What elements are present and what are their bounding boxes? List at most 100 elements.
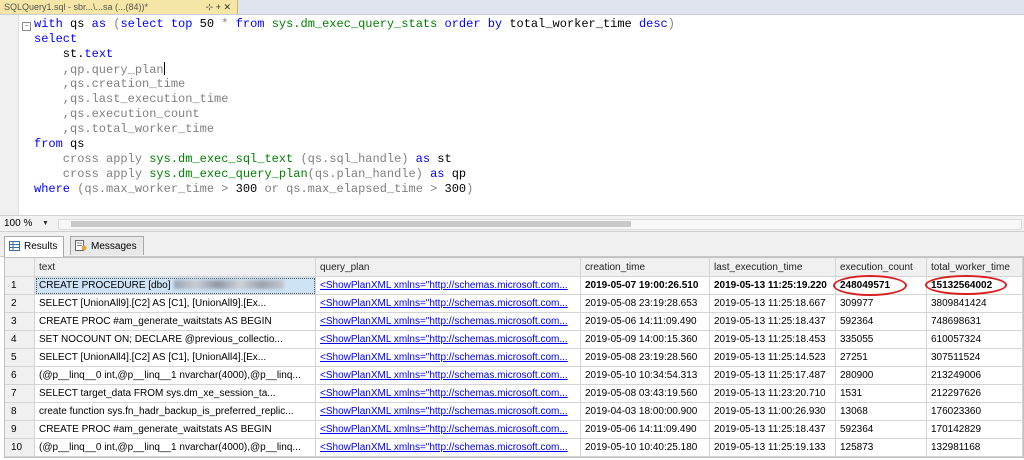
- tab-results[interactable]: Results: [4, 236, 65, 257]
- cell-total-worker-time[interactable]: 170142829: [927, 421, 1023, 439]
- cell-last-execution-time[interactable]: 2019-05-13 11:25:14.523: [710, 349, 836, 367]
- column-header-creation-time[interactable]: creation_time: [581, 258, 710, 277]
- cell-creation-time[interactable]: 2019-05-09 14:00:15.360: [581, 331, 710, 349]
- code-line[interactable]: from qs: [34, 137, 675, 152]
- cell-query-plan[interactable]: <ShowPlanXML xmlns="http://schemas.micro…: [316, 313, 581, 331]
- cell-last-execution-time[interactable]: 2019-05-13 11:25:18.437: [710, 421, 836, 439]
- cell-execution-count[interactable]: 592364: [836, 313, 927, 331]
- column-header-text[interactable]: text: [35, 258, 316, 277]
- cell-query-plan[interactable]: <ShowPlanXML xmlns="http://schemas.micro…: [316, 385, 581, 403]
- code-line[interactable]: ,qs.execution_count: [34, 107, 675, 122]
- cell-creation-time[interactable]: 2019-05-10 10:40:25.180: [581, 439, 710, 457]
- code-line[interactable]: with qs as (select top 50 * from sys.dm_…: [34, 17, 675, 32]
- cell-query-plan[interactable]: <ShowPlanXML xmlns="http://schemas.micro…: [316, 439, 581, 457]
- scrollbar-thumb[interactable]: [71, 221, 631, 227]
- query-text[interactable]: with qs as (select top 50 * from sys.dm_…: [34, 17, 675, 197]
- table-row[interactable]: 9 CREATE PROC #am_generate_waitstats AS …: [5, 421, 1023, 439]
- cell-creation-time[interactable]: 2019-05-08 23:19:28.560: [581, 349, 710, 367]
- tab-messages[interactable]: Messages: [70, 236, 144, 255]
- table-row[interactable]: 6 (@p__linq__0 int,@p__linq__1 nvarchar(4…: [5, 367, 1023, 385]
- query-plan-link[interactable]: <ShowPlanXML xmlns="http://schemas.micro…: [320, 352, 568, 363]
- cell-total-worker-time[interactable]: 610057324: [927, 331, 1023, 349]
- cell-last-execution-time[interactable]: 2019-05-13 11:25:17.487: [710, 367, 836, 385]
- cell-text[interactable]: CREATE PROC #am_generate_waitstats AS BE…: [35, 313, 316, 331]
- cell-total-worker-time[interactable]: 307511524: [927, 349, 1023, 367]
- cell-query-plan[interactable]: <ShowPlanXML xmlns="http://schemas.micro…: [316, 367, 581, 385]
- query-plan-link[interactable]: <ShowPlanXML xmlns="http://schemas.micro…: [320, 388, 568, 399]
- cell-execution-count[interactable]: 592364: [836, 421, 927, 439]
- cell-text[interactable]: SELECT target_data FROM sys.dm_xe_sessio…: [35, 385, 316, 403]
- query-editor[interactable]: − with qs as (select top 50 * from sys.d…: [0, 15, 1024, 215]
- code-line[interactable]: cross apply sys.dm_exec_query_plan(qs.pl…: [34, 167, 675, 182]
- cell-text[interactable]: SELECT [UnionAll4].[C2] AS [C1], [UnionA…: [35, 349, 316, 367]
- table-row[interactable]: 1 CREATE PROCEDURE [dbo] <ShowPlanXML xmln…: [5, 277, 1023, 295]
- cell-creation-time[interactable]: 2019-05-06 14:11:09.490: [581, 421, 710, 439]
- cell-execution-count[interactable]: 248049571: [836, 277, 927, 295]
- code-line[interactable]: st.text: [34, 47, 675, 62]
- code-line[interactable]: ,qs.last_execution_time: [34, 92, 675, 107]
- table-row[interactable]: 8 create function sys.fn_hadr_backup_is_…: [5, 403, 1023, 421]
- zoom-dropdown-icon[interactable]: ▼: [42, 216, 49, 231]
- cell-last-execution-time[interactable]: 2019-05-13 11:25:18.667: [710, 295, 836, 313]
- cell-total-worker-time[interactable]: 176023360: [927, 403, 1023, 421]
- table-row[interactable]: 7 SELECT target_data FROM sys.dm_xe_sessi…: [5, 385, 1023, 403]
- cell-creation-time[interactable]: 2019-05-08 03:43:19.560: [581, 385, 710, 403]
- query-plan-link[interactable]: <ShowPlanXML xmlns="http://schemas.micro…: [320, 406, 568, 417]
- table-row[interactable]: 5 SELECT [UnionAll4].[C2] AS [C1], [Union…: [5, 349, 1023, 367]
- cell-creation-time[interactable]: 2019-05-06 14:11:09.490: [581, 313, 710, 331]
- cell-last-execution-time[interactable]: 2019-05-13 11:25:19.133: [710, 439, 836, 457]
- code-line[interactable]: where (qs.max_worker_time > 300 or qs.ma…: [34, 182, 675, 197]
- code-line[interactable]: ,qs.creation_time: [34, 77, 675, 92]
- cell-text[interactable]: create function sys.fn_hadr_backup_is_pr…: [35, 403, 316, 421]
- cell-query-plan[interactable]: <ShowPlanXML xmlns="http://schemas.micro…: [316, 403, 581, 421]
- cell-text[interactable]: SET NOCOUNT ON; DECLARE @previous_collec…: [35, 331, 316, 349]
- cell-query-plan[interactable]: <ShowPlanXML xmlns="http://schemas.micro…: [316, 331, 581, 349]
- horizontal-scrollbar[interactable]: [58, 219, 1022, 230]
- cell-execution-count[interactable]: 27251: [836, 349, 927, 367]
- cell-text[interactable]: CREATE PROCEDURE [dbo]: [35, 277, 316, 295]
- table-row[interactable]: 3 CREATE PROC #am_generate_waitstats AS …: [5, 313, 1023, 331]
- cell-total-worker-time[interactable]: 15132564002: [927, 277, 1023, 295]
- cell-total-worker-time[interactable]: 748698631: [927, 313, 1023, 331]
- grid-corner[interactable]: [5, 258, 35, 277]
- cell-creation-time[interactable]: 2019-04-03 18:00:00.900: [581, 403, 710, 421]
- cell-query-plan[interactable]: <ShowPlanXML xmlns="http://schemas.micro…: [316, 421, 581, 439]
- tab-controls[interactable]: ⊹ + ✕: [206, 0, 231, 14]
- column-header-query-plan[interactable]: query_plan: [316, 258, 581, 277]
- cell-last-execution-time[interactable]: 2019-05-13 11:25:18.437: [710, 313, 836, 331]
- zoom-level[interactable]: 100 %: [4, 216, 32, 231]
- query-plan-link[interactable]: <ShowPlanXML xmlns="http://schemas.micro…: [320, 370, 568, 381]
- table-row[interactable]: 4 SET NOCOUNT ON; DECLARE @previous_coll…: [5, 331, 1023, 349]
- table-row[interactable]: 10 (@p__linq__0 int,@p__linq__1 nvarchar(…: [5, 439, 1023, 457]
- cell-creation-time[interactable]: 2019-05-07 19:00:26.510: [581, 277, 710, 295]
- column-header-total-worker-time[interactable]: total_worker_time: [927, 258, 1023, 277]
- code-line[interactable]: select: [34, 32, 675, 47]
- cell-execution-count[interactable]: 309977: [836, 295, 927, 313]
- query-plan-link[interactable]: <ShowPlanXML xmlns="http://schemas.micro…: [320, 442, 568, 453]
- column-header-last-execution-time[interactable]: last_execution_time: [710, 258, 836, 277]
- code-line[interactable]: cross apply sys.dm_exec_sql_text (qs.sql…: [34, 152, 675, 167]
- code-line[interactable]: ,qp.query_plan: [34, 62, 675, 77]
- cell-query-plan[interactable]: <ShowPlanXML xmlns="http://schemas.micro…: [316, 349, 581, 367]
- cell-total-worker-time[interactable]: 3809841424: [927, 295, 1023, 313]
- cell-execution-count[interactable]: 13068: [836, 403, 927, 421]
- cell-last-execution-time[interactable]: 2019-05-13 11:25:18.453: [710, 331, 836, 349]
- code-line[interactable]: ,qs.total_worker_time: [34, 122, 675, 137]
- column-header-execution-count[interactable]: execution_count: [836, 258, 927, 277]
- cell-total-worker-time[interactable]: 132981168: [927, 439, 1023, 457]
- cell-text[interactable]: CREATE PROC #am_generate_waitstats AS BE…: [35, 421, 316, 439]
- cell-text[interactable]: SELECT [UnionAll9].[C2] AS [C1], [UnionA…: [35, 295, 316, 313]
- collapse-toggle-icon[interactable]: −: [22, 22, 31, 31]
- cell-last-execution-time[interactable]: 2019-05-13 11:00:26.930: [710, 403, 836, 421]
- cell-execution-count[interactable]: 1531: [836, 385, 927, 403]
- cell-last-execution-time[interactable]: 2019-05-13 11:23:20.710: [710, 385, 836, 403]
- cell-text[interactable]: (@p__linq__0 int,@p__linq__1 nvarchar(40…: [35, 439, 316, 457]
- cell-text[interactable]: (@p__linq__0 int,@p__linq__1 nvarchar(40…: [35, 367, 316, 385]
- query-plan-link[interactable]: <ShowPlanXML xmlns="http://schemas.micro…: [320, 424, 568, 435]
- cell-query-plan[interactable]: <ShowPlanXML xmlns="http://schemas.micro…: [316, 277, 581, 295]
- cell-creation-time[interactable]: 2019-05-10 10:34:54.313: [581, 367, 710, 385]
- document-tab[interactable]: SQLQuery1.sql - sbr...\...sa (...(84))* …: [0, 0, 238, 14]
- cell-last-execution-time[interactable]: 2019-05-13 11:25:19.220: [710, 277, 836, 295]
- results-grid[interactable]: text query_plan creation_time last_executio…: [4, 257, 1024, 458]
- cell-execution-count[interactable]: 280900: [836, 367, 927, 385]
